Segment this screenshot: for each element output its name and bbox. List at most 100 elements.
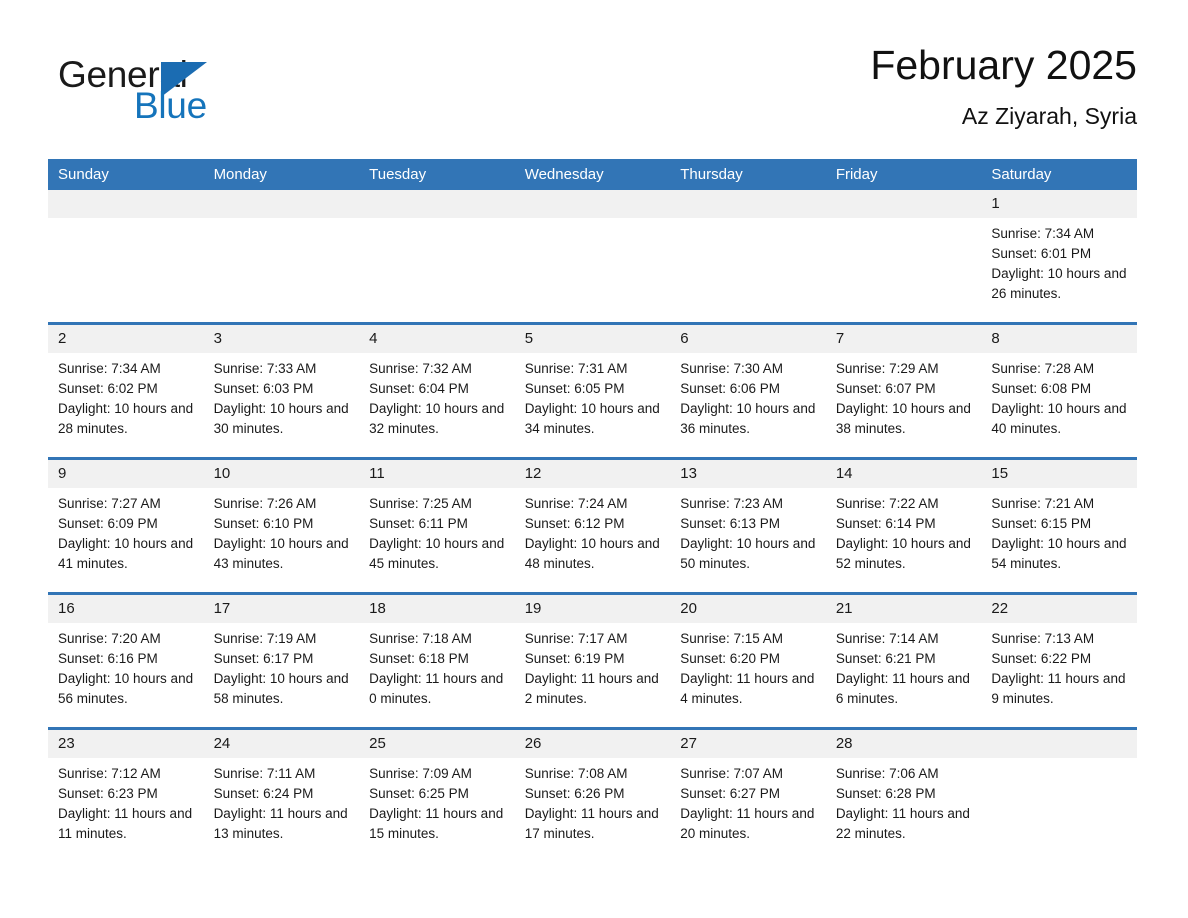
day-cell-14[interactable]: 14 Sunrise: 7:22 AM Sunset: 6:14 PM Dayligh…	[825, 457, 982, 594]
day-number: 18	[359, 595, 515, 623]
day-cell-empty	[670, 190, 826, 324]
day-cell-18[interactable]: 18 Sunrise: 7:18 AM Sunset: 6:18 PM Dayligh…	[359, 592, 515, 729]
daylight-text: Daylight: 11 hours and 20 minutes.	[680, 806, 815, 841]
sunset-text: Sunset: 6:24 PM	[213, 786, 314, 801]
day-number: 9	[48, 460, 204, 488]
day-number: 15	[981, 460, 1137, 488]
day-details: Sunrise: 7:27 AM Sunset: 6:09 PM Daylight:…	[48, 488, 204, 574]
day-number: 24	[203, 730, 360, 758]
day-details: Sunrise: 7:34 AM Sunset: 6:02 PM Daylight:…	[48, 353, 204, 439]
sunset-text: Sunset: 6:20 PM	[680, 651, 781, 666]
day-number	[981, 730, 1137, 758]
day-number: 6	[670, 325, 826, 353]
general-blue-logo[interactable]: General Blue	[58, 53, 328, 133]
day-details: Sunrise: 7:34 AM Sunset: 6:01 PM Daylight:…	[981, 218, 1137, 304]
daylight-text: Daylight: 11 hours and 4 minutes.	[680, 671, 815, 706]
daylight-text: Daylight: 11 hours and 0 minutes.	[369, 671, 504, 706]
sunrise-text: Sunrise: 7:19 AM	[213, 631, 317, 646]
day-number: 5	[514, 325, 671, 353]
day-cell-4[interactable]: 4 Sunrise: 7:32 AM Sunset: 6:04 PM Daylight…	[359, 322, 515, 459]
daylight-text: Daylight: 11 hours and 15 minutes.	[369, 806, 504, 841]
daylight-text: Daylight: 10 hours and 34 minutes.	[524, 401, 660, 436]
day-number: 10	[203, 460, 360, 488]
sunset-text: Sunset: 6:23 PM	[58, 786, 158, 801]
day-cell-15[interactable]: 15 Sunrise: 7:21 AM Sunset: 6:15 PM Dayligh…	[981, 457, 1137, 594]
day-number: 3	[203, 325, 360, 353]
sunset-text: Sunset: 6:16 PM	[58, 651, 158, 666]
day-cell-25[interactable]: 25 Sunrise: 7:09 AM Sunset: 6:25 PM Dayligh…	[359, 727, 515, 862]
day-cell-27[interactable]: 27 Sunrise: 7:07 AM Sunset: 6:27 PM Dayligh…	[670, 727, 826, 862]
day-cell-empty	[514, 190, 671, 324]
day-cell-22[interactable]: 22 Sunrise: 7:13 AM Sunset: 6:22 PM Dayligh…	[981, 592, 1137, 729]
weekday-header-friday: Friday	[825, 159, 982, 190]
day-cell-10[interactable]: 10 Sunrise: 7:26 AM Sunset: 6:10 PM Dayligh…	[203, 457, 360, 594]
day-cell-16[interactable]: 16 Sunrise: 7:20 AM Sunset: 6:16 PM Dayligh…	[48, 592, 204, 729]
day-number: 16	[48, 595, 204, 623]
day-number: 25	[359, 730, 515, 758]
day-details: Sunrise: 7:30 AM Sunset: 6:06 PM Daylight:…	[670, 353, 826, 439]
sunrise-text: Sunrise: 7:13 AM	[991, 631, 1095, 646]
day-cell-13[interactable]: 13 Sunrise: 7:23 AM Sunset: 6:13 PM Dayligh…	[670, 457, 826, 594]
sunset-text: Sunset: 6:19 PM	[524, 651, 625, 666]
calendar-week-row: 1 Sunrise: 7:34 AM Sunset: 6:01 PM Daylight…	[48, 190, 1137, 324]
sunset-text: Sunset: 6:15 PM	[991, 516, 1092, 531]
day-cell-21[interactable]: 21 Sunrise: 7:14 AM Sunset: 6:21 PM Dayligh…	[825, 592, 982, 729]
day-cell-11[interactable]: 11 Sunrise: 7:25 AM Sunset: 6:11 PM Dayligh…	[359, 457, 515, 594]
day-cell-23[interactable]: 23 Sunrise: 7:12 AM Sunset: 6:23 PM Dayligh…	[48, 727, 204, 862]
day-cell-3[interactable]: 3 Sunrise: 7:33 AM Sunset: 6:03 PM Daylight…	[203, 322, 360, 459]
sunrise-text: Sunrise: 7:17 AM	[524, 631, 628, 646]
sunrise-text: Sunrise: 7:34 AM	[991, 226, 1095, 241]
sunrise-text: Sunrise: 7:27 AM	[58, 496, 161, 511]
sunrise-text: Sunrise: 7:34 AM	[58, 361, 161, 376]
sunrise-text: Sunrise: 7:32 AM	[369, 361, 472, 376]
sunrise-text: Sunrise: 7:30 AM	[680, 361, 784, 376]
weekday-header-wednesday: Wednesday	[514, 159, 671, 190]
sunset-text: Sunset: 6:09 PM	[58, 516, 158, 531]
day-cell-8[interactable]: 8 Sunrise: 7:28 AM Sunset: 6:08 PM Daylight…	[981, 322, 1137, 459]
day-details: Sunrise: 7:21 AM Sunset: 6:15 PM Daylight:…	[981, 488, 1137, 574]
sunset-text: Sunset: 6:10 PM	[213, 516, 314, 531]
daylight-text: Daylight: 11 hours and 17 minutes.	[524, 806, 659, 841]
weekday-header-monday: Monday	[203, 159, 360, 190]
daylight-text: Daylight: 10 hours and 26 minutes.	[991, 266, 1127, 301]
sunset-text: Sunset: 6:03 PM	[213, 381, 314, 396]
sunset-text: Sunset: 6:18 PM	[369, 651, 469, 666]
sunset-text: Sunset: 6:27 PM	[680, 786, 781, 801]
daylight-text: Daylight: 10 hours and 56 minutes.	[58, 671, 194, 706]
sunrise-text: Sunrise: 7:23 AM	[680, 496, 784, 511]
day-cell-28[interactable]: 28 Sunrise: 7:06 AM Sunset: 6:28 PM Dayligh…	[825, 727, 982, 862]
sunset-text: Sunset: 6:04 PM	[369, 381, 469, 396]
day-cell-17[interactable]: 17 Sunrise: 7:19 AM Sunset: 6:17 PM Dayligh…	[203, 592, 360, 729]
day-cell-19[interactable]: 19 Sunrise: 7:17 AM Sunset: 6:19 PM Dayligh…	[514, 592, 671, 729]
day-cell-9[interactable]: 9 Sunrise: 7:27 AM Sunset: 6:09 PM Daylight…	[48, 457, 204, 594]
sunrise-text: Sunrise: 7:18 AM	[369, 631, 472, 646]
day-cell-7[interactable]: 7 Sunrise: 7:29 AM Sunset: 6:07 PM Daylight…	[825, 322, 982, 459]
sunset-text: Sunset: 6:06 PM	[680, 381, 781, 396]
day-number: 22	[981, 595, 1137, 623]
day-details: Sunrise: 7:26 AM Sunset: 6:10 PM Daylight:…	[204, 488, 360, 574]
daylight-text: Daylight: 10 hours and 36 minutes.	[680, 401, 816, 436]
day-cell-2[interactable]: 2 Sunrise: 7:34 AM Sunset: 6:02 PM Daylight…	[48, 322, 204, 459]
day-cell-5[interactable]: 5 Sunrise: 7:31 AM Sunset: 6:05 PM Daylight…	[514, 322, 671, 459]
day-cell-20[interactable]: 20 Sunrise: 7:15 AM Sunset: 6:20 PM Dayligh…	[670, 592, 826, 729]
daylight-text: Daylight: 10 hours and 58 minutes.	[213, 671, 349, 706]
day-details: Sunrise: 7:14 AM Sunset: 6:21 PM Daylight:…	[826, 623, 982, 709]
daylight-text: Daylight: 10 hours and 48 minutes.	[524, 536, 660, 571]
day-cell-1[interactable]: 1 Sunrise: 7:34 AM Sunset: 6:01 PM Daylight…	[981, 190, 1137, 324]
day-number: 8	[981, 325, 1137, 353]
day-details: Sunrise: 7:20 AM Sunset: 6:16 PM Daylight:…	[48, 623, 204, 709]
daylight-text: Daylight: 10 hours and 40 minutes.	[991, 401, 1127, 436]
calendar-week-row: 23 Sunrise: 7:12 AM Sunset: 6:23 PM Dayligh…	[48, 727, 1137, 862]
day-cell-24[interactable]: 24 Sunrise: 7:11 AM Sunset: 6:24 PM Dayligh…	[203, 727, 360, 862]
day-details: Sunrise: 7:28 AM Sunset: 6:08 PM Daylight:…	[981, 353, 1137, 439]
sunrise-text: Sunrise: 7:28 AM	[991, 361, 1095, 376]
sunset-text: Sunset: 6:01 PM	[991, 246, 1092, 261]
day-number	[359, 190, 515, 218]
day-cell-6[interactable]: 6 Sunrise: 7:30 AM Sunset: 6:06 PM Daylight…	[670, 322, 826, 459]
sunrise-text: Sunrise: 7:21 AM	[991, 496, 1095, 511]
day-cell-12[interactable]: 12 Sunrise: 7:24 AM Sunset: 6:12 PM Dayligh…	[514, 457, 671, 594]
day-details: Sunrise: 7:29 AM Sunset: 6:07 PM Daylight:…	[826, 353, 982, 439]
day-cell-26[interactable]: 26 Sunrise: 7:08 AM Sunset: 6:26 PM Dayligh…	[514, 727, 671, 862]
day-number	[48, 190, 204, 218]
sunset-text: Sunset: 6:13 PM	[680, 516, 781, 531]
